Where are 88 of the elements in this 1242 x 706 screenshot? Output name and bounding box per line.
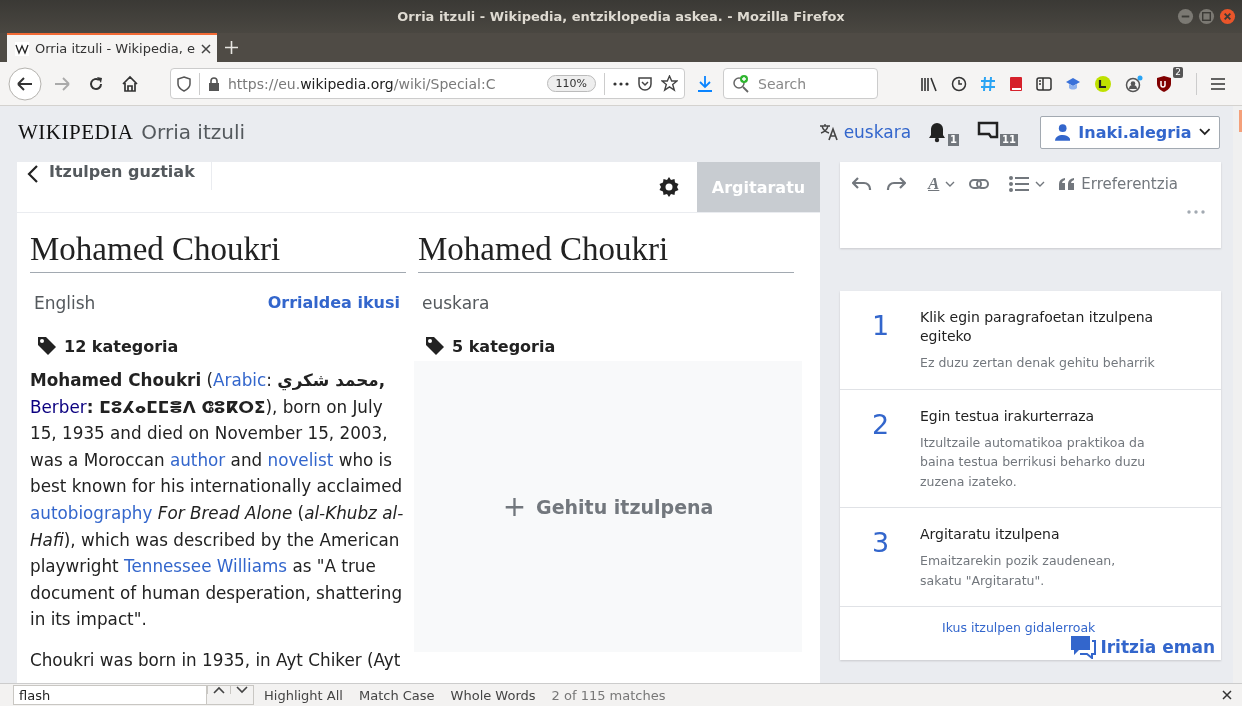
add-translation-button[interactable]: + Gehitu itzulpena [496, 489, 720, 524]
view-page-link[interactable]: Orrialdea ikusi [267, 293, 400, 313]
close-icon[interactable] [1222, 690, 1232, 700]
chevron-left-icon [27, 164, 39, 184]
browser-tab[interactable]: Orria itzuli - Wikipedia, e [7, 33, 218, 62]
step-title: Argitaratu itzulpena [920, 525, 1061, 544]
sidebar-icon[interactable] [1036, 75, 1053, 92]
back-link[interactable]: Itzulpen guztiak [17, 162, 212, 190]
settings-icon[interactable] [657, 175, 681, 199]
language-selector[interactable]: euskara [818, 122, 912, 142]
close-icon[interactable] [201, 43, 212, 54]
new-tab-icon[interactable] [224, 41, 238, 54]
redo-icon[interactable] [886, 177, 906, 191]
notifications-icon[interactable] [927, 121, 948, 143]
step-description: Ez duzu zertan denak gehitu beharrik [920, 354, 1155, 372]
target-language: euskara [422, 293, 490, 313]
mortarboard-icon[interactable] [1065, 75, 1082, 92]
more-icon[interactable] [613, 81, 629, 86]
chevron-down-icon [1199, 128, 1211, 136]
text-link[interactable]: author [169, 449, 226, 470]
user-icon [1055, 123, 1071, 141]
window-title: Orria itzuli - Wikipedia, entziklopedia askea. - Mozilla Firefox [397, 9, 845, 24]
search-box[interactable]: Search [723, 68, 878, 99]
tag-icon [36, 335, 58, 357]
source-language: English [34, 293, 96, 313]
reference-button[interactable]: Erreferentzia [1059, 175, 1178, 193]
download-icon[interactable] [697, 74, 713, 93]
wikipedia-logo[interactable]: WIKIPEDIA [18, 119, 134, 145]
user-menu-button[interactable]: Inaki.alegria [1040, 115, 1220, 149]
address-bar[interactable]: https://eu.wikipedia.org/wiki/Special:C 110% [170, 68, 685, 99]
history-icon[interactable] [951, 75, 968, 92]
speech-bubble-icon [1070, 635, 1097, 659]
star-icon[interactable] [661, 75, 678, 92]
find-option[interactable]: Highlight All [264, 687, 343, 703]
back-icon[interactable] [8, 66, 42, 101]
step-title: Klik egin paragrafoetan itzulpena egiteko [920, 308, 1155, 346]
translate-icon [818, 123, 839, 141]
chevron-down-icon[interactable] [945, 181, 956, 187]
url-text: https://eu.wikipedia.org/wiki/Special:C [228, 75, 497, 92]
library-icon[interactable] [920, 75, 939, 92]
text-link[interactable]: Berber [30, 396, 87, 417]
find-option[interactable]: Whole Words [450, 687, 536, 703]
menu-icon[interactable] [1210, 76, 1226, 91]
link-icon[interactable] [969, 178, 990, 190]
shield-icon[interactable] [177, 75, 191, 92]
count-badge: 2 [1173, 66, 1183, 78]
count-badge: 1 [948, 134, 960, 146]
tag-icon [424, 335, 446, 357]
shield-extension-icon[interactable] [1156, 74, 1173, 93]
list-icon[interactable] [1009, 176, 1030, 192]
page-title: Orria itzuli [141, 120, 245, 144]
quote-icon [1059, 178, 1076, 190]
zoom-badge[interactable]: 110% [546, 75, 596, 92]
chevron-down-icon[interactable] [1035, 181, 1046, 187]
feedback-button[interactable]: Iritzia eman [1070, 635, 1215, 659]
find-option[interactable]: Match Case [358, 687, 435, 703]
maximize-icon[interactable] [1198, 8, 1215, 25]
translation-placeholder[interactable]: + Gehitu itzulpena [414, 361, 802, 652]
step-description: Emaitzarekin pozik zaudenean, sakatu "Argitaratu". [920, 552, 1117, 590]
search-field[interactable]: Search [758, 75, 858, 92]
wikipedia-favicon [15, 41, 29, 56]
source-title: Mohamed Choukri [30, 231, 406, 273]
lock-icon [208, 76, 220, 91]
text-style-button[interactable]: A [928, 174, 940, 194]
text-link[interactable]: novelist [267, 449, 334, 470]
undo-icon[interactable] [852, 177, 872, 191]
match-count: 2 of 115 matches [551, 687, 666, 703]
minimize-icon[interactable] [1177, 8, 1194, 25]
leaf-badge-icon[interactable] [1094, 74, 1113, 93]
text-link[interactable]: autobiography [30, 502, 153, 523]
guidelines-link[interactable]: Ikus itzulpen gidalerroak [942, 620, 1096, 635]
find-field[interactable]: flash [13, 685, 206, 705]
step-number: 2 [872, 408, 891, 442]
step-title: Egin testua irakurterraza [920, 406, 1096, 426]
target-title: Mohamed Choukri [418, 231, 794, 273]
step-number: 1 [872, 310, 891, 343]
count-badge: 11 [1000, 134, 1018, 146]
text-link[interactable]: Arabic [213, 370, 267, 390]
step-description: Itzultzaile automatikoa praktikoa da baina testua berrikusi beharko duzu zuzena izateko. [920, 433, 1147, 491]
user-circle-icon[interactable] [1125, 74, 1144, 93]
category-count[interactable]: 12 kategoria [64, 336, 179, 356]
search-icon [732, 74, 750, 93]
step-number: 3 [872, 527, 891, 560]
text-link[interactable]: Tennessee Williams [124, 556, 288, 577]
dictionary-icon[interactable] [1009, 75, 1024, 92]
article-paragraph: Choukri was born in 1935, in Ayt Chiker (Ayt [30, 648, 402, 672]
category-count[interactable]: 5 kategoria [452, 336, 556, 356]
pocket-icon[interactable] [637, 75, 653, 92]
